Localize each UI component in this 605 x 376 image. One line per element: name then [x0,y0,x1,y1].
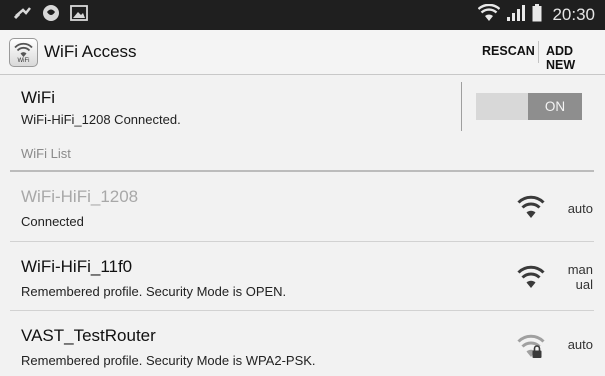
connection-mode-label: auto [568,201,593,216]
connection-mode-line1: auto [567,201,593,216]
network-status: Connected [21,214,84,229]
network-status: Remembered profile. Security Mode is WPA… [21,353,316,368]
wifi-toggle-on-thumb: ON [528,93,582,120]
clock: 20:30 [552,5,595,24]
wifi-signal-locked-icon [517,334,545,358]
signal-strength-icon [506,4,526,27]
missed-call-icon [13,6,32,25]
status-bar: 20:30 [0,0,605,30]
wifi-toggle-switch[interactable]: ON [476,93,582,120]
system-icons: 20:30 [478,3,595,27]
app-title: WiFi Access [44,42,137,61]
wifi-signal-icon [517,265,545,288]
connection-mode-label: man ual [568,262,593,292]
connection-mode-label: auto [568,337,593,352]
connection-mode-line2: ual [575,277,593,292]
network-row-vast-testrouter[interactable]: VAST_TestRouter Remembered profile. Secu… [0,311,605,376]
wifi-status-icon [478,3,501,27]
rescan-button[interactable]: RESCAN [482,44,535,58]
wifi-connection-status: WiFi-HiFi_1208 Connected. [21,112,181,127]
connection-mode-line1: auto [567,337,593,352]
action-bar: WiFi WiFi Access RESCAN ADD NEW [0,30,605,75]
add-new-button[interactable]: ADD NEW [546,44,605,72]
wifi-list-header: WiFi List [21,146,71,161]
network-ssid: VAST_TestRouter [21,326,156,345]
network-row-wifi-hifi-1208[interactable]: WiFi-HiFi_1208 Connected auto [0,172,605,241]
network-ssid: WiFi-HiFi_1208 [21,187,139,206]
notification-icons [13,4,88,27]
action-divider [538,41,539,63]
battery-icon [532,3,542,27]
app-icon-label: WiFi [17,58,30,64]
connection-mode-line1: man [567,262,593,277]
network-ssid: WiFi-HiFi_11f0 [21,257,133,276]
image-notification-icon [70,4,88,26]
wifi-setting-title[interactable]: WiFi [21,88,55,108]
wifi-signal-icon [517,195,545,218]
app-logo-icon: WiFi [9,38,38,67]
network-row-wifi-hifi-11f0[interactable]: WiFi-HiFi_11f0 Remembered profile. Secur… [0,242,605,311]
app-notification-icon [42,4,60,27]
network-status: Remembered profile. Security Mode is OPE… [21,284,287,299]
toggle-divider [461,82,462,131]
